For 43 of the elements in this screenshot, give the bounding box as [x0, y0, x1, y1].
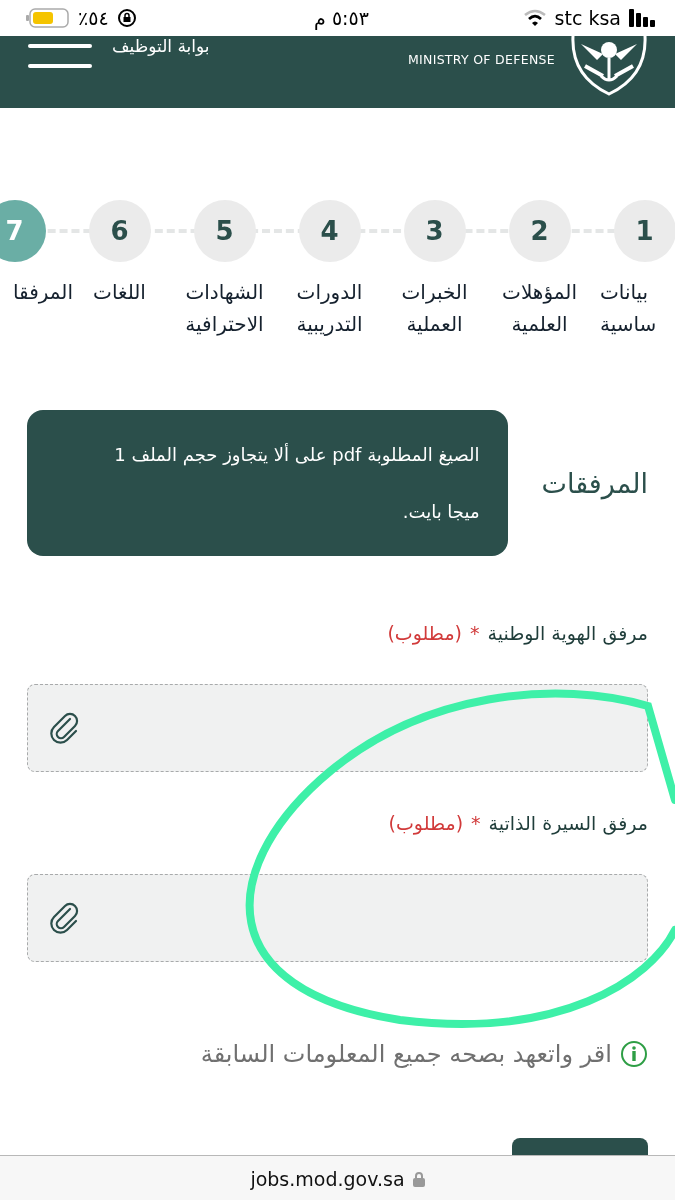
step-circle[interactable]: 2 — [508, 200, 571, 262]
field-label: مرفق السيرة الذاتية — [488, 812, 648, 834]
file-upload-field[interactable] — [27, 684, 648, 772]
step-label: العملية — [406, 311, 463, 338]
wifi-icon — [522, 9, 547, 27]
portal-title: بوابة التوظيف — [112, 36, 210, 56]
battery-percent: ٪٥٤ — [78, 7, 109, 29]
step-label: الخبرات — [401, 279, 468, 306]
required-note: (مطلوب) — [387, 622, 463, 644]
battery-icon — [26, 8, 70, 28]
rotation-lock-icon — [116, 8, 137, 28]
carrier-name: stc ksa — [554, 7, 621, 29]
step-circle[interactable]: 1 — [613, 200, 675, 262]
step-label: المرفقا — [12, 279, 73, 306]
step-label: التدريبية — [296, 311, 363, 338]
step-label: ساسية — [600, 311, 657, 338]
step-label: بيانات — [600, 279, 649, 306]
lock-icon — [412, 1170, 425, 1187]
info-icon — [620, 1040, 648, 1068]
step-label: العلمية — [511, 311, 568, 338]
section-title: المرفقات — [541, 467, 648, 499]
step-circle[interactable]: 3 — [403, 200, 466, 262]
clock-time: ٥:٥٣ م — [314, 7, 369, 29]
submit-button[interactable] — [512, 1138, 648, 1155]
step-circle[interactable]: 4 — [298, 200, 361, 262]
required-mark: * — [470, 622, 480, 644]
field-label: مرفق الهوية الوطنية — [487, 622, 648, 644]
step-label: المؤهلات — [502, 279, 577, 306]
logo-text: MINISTRY OF DEFENSE — [407, 52, 555, 67]
step-circle[interactable]: 6 — [88, 200, 151, 262]
required-note: (مطلوب) — [388, 812, 464, 834]
url-text: jobs.mod.gov.sa — [250, 1167, 405, 1190]
signal-icon — [629, 8, 657, 28]
declaration-text: اقر واتعهد بصحه جميع المعلومات السابقة — [200, 1040, 612, 1068]
step-circle[interactable]: 5 — [193, 200, 256, 262]
step-label: الدورات — [296, 279, 363, 306]
menu-icon[interactable] — [28, 44, 92, 70]
step-label: الاحترافية — [185, 311, 264, 338]
step-label: اللغات — [93, 279, 146, 306]
step-label: الشهادات — [185, 279, 264, 306]
file-upload-field[interactable] — [27, 874, 648, 962]
notice-banner: الصيغ المطلوبة pdf على ألا يتجاوز حجم الملف 1 ميجا بايت. — [27, 410, 508, 556]
required-mark: * — [471, 812, 481, 834]
